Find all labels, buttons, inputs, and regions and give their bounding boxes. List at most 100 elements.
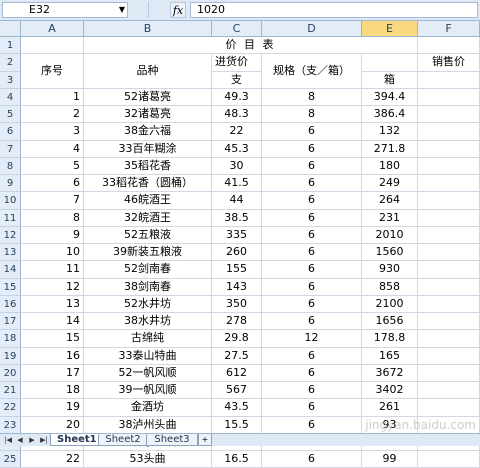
table-cell-sale[interactable] — [418, 88, 480, 106]
table-cell-per-box[interactable]: 930 — [362, 261, 418, 279]
table-cell-per-bottle[interactable]: 45.3 — [212, 140, 262, 158]
table-cell-per-bottle[interactable]: 43.5 — [212, 399, 262, 417]
table-cell-name[interactable]: 38金六福 — [84, 123, 212, 141]
row-header[interactable]: 13 — [0, 244, 21, 262]
table-cell-name[interactable]: 52诸葛亮 — [84, 88, 212, 106]
row-header[interactable]: 16 — [0, 295, 21, 313]
header-purchase-price[interactable]: 进货价 — [212, 54, 262, 72]
table-cell-spec[interactable]: 6 — [262, 226, 362, 244]
cell[interactable] — [21, 37, 84, 55]
column-header-e[interactable]: E — [362, 21, 418, 37]
table-cell-sale[interactable] — [418, 278, 480, 296]
table-cell-per-bottle[interactable]: 27.5 — [212, 347, 262, 365]
table-cell-per-box[interactable]: 2100 — [362, 295, 418, 313]
row-header[interactable]: 21 — [0, 382, 21, 400]
row-header[interactable]: 19 — [0, 347, 21, 365]
row-header[interactable]: 22 — [0, 399, 21, 417]
table-cell-per-bottle[interactable]: 567 — [212, 382, 262, 400]
table-cell-name[interactable]: 52五粮液 — [84, 226, 212, 244]
row-header[interactable]: 25 — [0, 451, 21, 468]
row-header[interactable]: 1 — [0, 37, 21, 55]
table-cell-per-box[interactable]: 249 — [362, 175, 418, 193]
table-cell-sale[interactable] — [418, 157, 480, 175]
table-cell-spec[interactable]: 6 — [262, 140, 362, 158]
table-cell-name[interactable]: 38泸州头曲 — [84, 416, 212, 434]
table-cell-spec[interactable]: 6 — [262, 244, 362, 262]
tab-sheet1[interactable]: Sheet1 — [50, 434, 100, 446]
table-cell-per-bottle[interactable]: 335 — [212, 226, 262, 244]
insert-function-icon[interactable]: fx — [170, 2, 186, 18]
table-cell-spec[interactable]: 6 — [262, 209, 362, 227]
table-cell-spec[interactable]: 6 — [262, 451, 362, 468]
table-cell-sale[interactable] — [418, 451, 480, 468]
table-cell-sale[interactable] — [418, 382, 480, 400]
table-cell-sale[interactable] — [418, 364, 480, 382]
table-cell-name[interactable]: 53头曲 — [84, 451, 212, 468]
table-cell-seq[interactable]: 10 — [21, 244, 84, 262]
table-cell-seq[interactable]: 19 — [21, 399, 84, 417]
header-spec[interactable]: 规格（支／箱） — [262, 54, 362, 89]
table-cell-spec[interactable]: 6 — [262, 278, 362, 296]
table-cell-spec[interactable]: 6 — [262, 175, 362, 193]
cell[interactable] — [362, 54, 418, 72]
table-cell-per-bottle[interactable]: 48.3 — [212, 106, 262, 124]
table-cell-per-box[interactable]: 1560 — [362, 244, 418, 262]
row-header[interactable]: 3 — [0, 71, 21, 89]
row-header[interactable]: 6 — [0, 123, 21, 141]
table-cell-per-box[interactable]: 3672 — [362, 364, 418, 382]
table-cell-sale[interactable] — [418, 140, 480, 158]
row-header[interactable]: 15 — [0, 278, 21, 296]
table-cell-sale[interactable] — [418, 106, 480, 124]
table-cell-name[interactable]: 金酒坊 — [84, 399, 212, 417]
table-cell-seq[interactable]: 6 — [21, 175, 84, 193]
insert-sheet-icon[interactable]: + — [198, 434, 212, 446]
header-sale-price[interactable]: 销售价 — [418, 54, 480, 72]
table-cell-seq[interactable]: 3 — [21, 123, 84, 141]
table-cell-per-box[interactable]: 165 — [362, 347, 418, 365]
table-cell-per-bottle[interactable]: 41.5 — [212, 175, 262, 193]
first-sheet-icon[interactable]: |◀ — [3, 435, 13, 445]
next-sheet-icon[interactable]: ▶ — [27, 435, 37, 445]
header-purchase-unit[interactable]: 支 — [212, 71, 262, 89]
table-cell-per-box[interactable]: 231 — [362, 209, 418, 227]
table-cell-per-box[interactable]: 264 — [362, 192, 418, 210]
table-cell-per-bottle[interactable]: 38.5 — [212, 209, 262, 227]
table-cell-per-bottle[interactable]: 29.8 — [212, 330, 262, 348]
table-cell-per-box[interactable]: 1656 — [362, 313, 418, 331]
table-cell-per-bottle[interactable]: 612 — [212, 364, 262, 382]
row-header[interactable]: 17 — [0, 313, 21, 331]
table-cell-per-bottle[interactable]: 22 — [212, 123, 262, 141]
tab-sheet3[interactable]: Sheet3 — [146, 434, 198, 446]
table-cell-name[interactable]: 33百年糊涂 — [84, 140, 212, 158]
table-cell-sale[interactable] — [418, 175, 480, 193]
table-cell-spec[interactable]: 6 — [262, 295, 362, 313]
table-cell-sale[interactable] — [418, 244, 480, 262]
row-header[interactable]: 5 — [0, 106, 21, 124]
table-cell-sale[interactable] — [418, 209, 480, 227]
formula-input[interactable]: 1020 — [190, 2, 478, 18]
table-cell-seq[interactable]: 9 — [21, 226, 84, 244]
table-cell-per-box[interactable]: 2010 — [362, 226, 418, 244]
sheet-title[interactable]: 价 目 表 — [84, 37, 418, 55]
table-cell-name[interactable]: 32皖酒王 — [84, 209, 212, 227]
table-cell-name[interactable]: 52一帆风顺 — [84, 364, 212, 382]
table-cell-per-box[interactable]: 858 — [362, 278, 418, 296]
row-header[interactable]: 18 — [0, 330, 21, 348]
table-cell-per-box[interactable]: 178.8 — [362, 330, 418, 348]
table-cell-seq[interactable]: 5 — [21, 157, 84, 175]
table-cell-spec[interactable]: 6 — [262, 157, 362, 175]
column-header-f[interactable]: F — [418, 21, 480, 37]
table-cell-spec[interactable]: 6 — [262, 261, 362, 279]
table-cell-per-bottle[interactable]: 15.5 — [212, 416, 262, 434]
table-cell-seq[interactable]: 12 — [21, 278, 84, 296]
table-cell-per-bottle[interactable]: 143 — [212, 278, 262, 296]
row-header[interactable]: 7 — [0, 140, 21, 158]
table-cell-spec[interactable]: 6 — [262, 192, 362, 210]
table-cell-spec[interactable]: 12 — [262, 330, 362, 348]
table-cell-seq[interactable]: 18 — [21, 382, 84, 400]
table-cell-seq[interactable]: 14 — [21, 313, 84, 331]
table-cell-spec[interactable]: 6 — [262, 399, 362, 417]
column-header-b[interactable]: B — [84, 21, 212, 37]
table-cell-per-bottle[interactable]: 49.3 — [212, 88, 262, 106]
table-cell-seq[interactable]: 22 — [21, 451, 84, 468]
